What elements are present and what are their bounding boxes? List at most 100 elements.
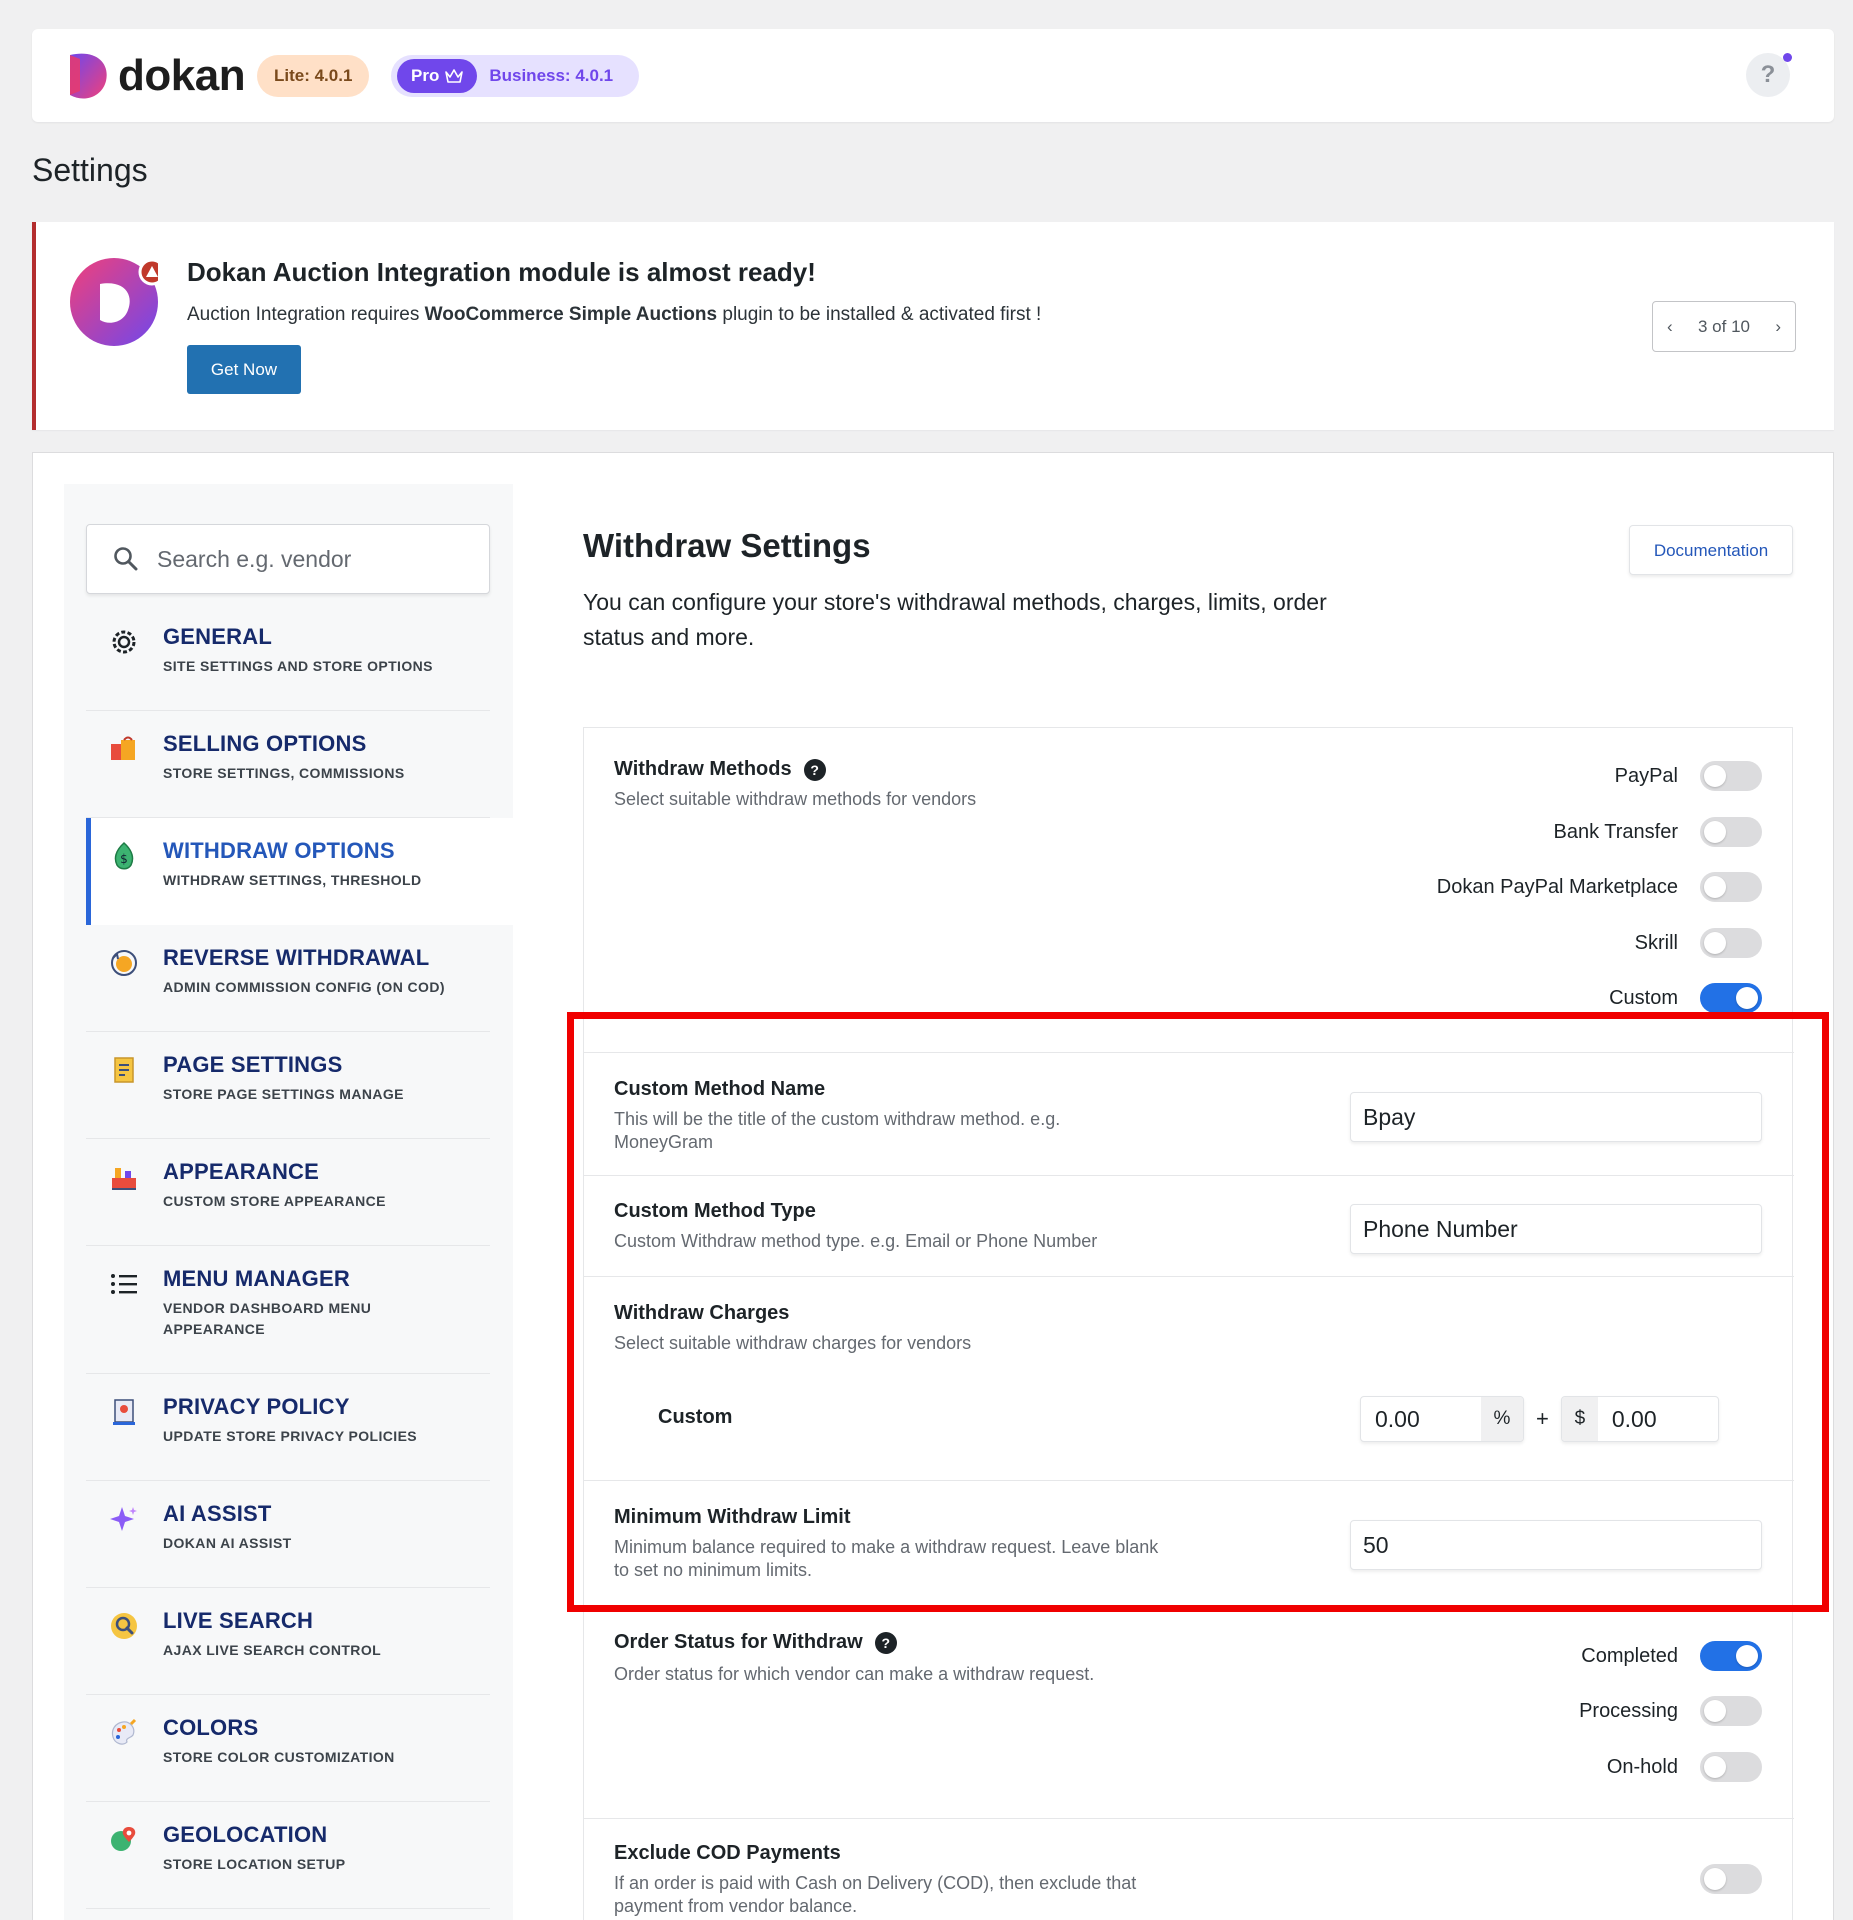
divider <box>584 1175 1794 1176</box>
sidebar-item-reverse-withdrawal[interactable]: REVERSE WITHDRAWAL ADMIN COMMISSION CONF… <box>86 925 490 1032</box>
method-bank-transfer: Bank Transfer <box>1553 817 1762 847</box>
sidebar-item-sub: SITE SETTINGS AND STORE OPTIONS <box>163 658 433 674</box>
withdraw-settings-content: Withdraw Settings You can configure your… <box>583 453 1803 1920</box>
sidebar-item-page-settings[interactable]: PAGE SETTINGS STORE PAGE SETTINGS MANAGE <box>86 1032 490 1139</box>
dokan-notice-logo-icon <box>70 258 158 346</box>
map-pin-icon <box>108 1824 140 1856</box>
sidebar-item-label: MENU MANAGER <box>163 1266 350 1291</box>
sidebar-item-label: GENERAL <box>163 624 272 649</box>
settings-search[interactable] <box>86 524 490 594</box>
percent-charge-input[interactable]: 0.00 <box>1361 1406 1481 1433</box>
method-paypal: PayPal <box>1615 761 1762 791</box>
next-notice-icon[interactable]: › <box>1775 317 1781 337</box>
sidebar-item-ai-assist[interactable]: AI ASSIST DOKAN AI ASSIST <box>86 1481 490 1588</box>
sidebar-item-geolocation[interactable]: GEOLOCATION STORE LOCATION SETUP <box>86 1802 490 1909</box>
processing-toggle[interactable] <box>1700 1696 1762 1726</box>
min-withdraw-limit-title: Minimum Withdraw Limit <box>614 1506 851 1528</box>
dollar-unit: $ <box>1561 1397 1598 1441</box>
exclude-cod-row <box>1700 1864 1762 1894</box>
method-skrill: Skrill <box>1635 928 1762 958</box>
sidebar-item-menu-manager[interactable]: MENU MANAGER VENDOR DASHBOARD MENU APPEA… <box>86 1246 490 1374</box>
sidebar-item-selling-options[interactable]: SELLING OPTIONS STORE SETTINGS, COMMISSI… <box>86 711 490 818</box>
withdraw-methods-title: Withdraw Methods ? <box>614 758 826 781</box>
pager-count: 3 of 10 <box>1698 316 1750 336</box>
page-title: Settings <box>32 152 148 188</box>
withdraw-methods-desc: Select suitable withdraw methods for ven… <box>614 789 977 809</box>
palette-icon <box>108 1717 140 1749</box>
sidebar-item-sub: ADMIN COMMISSION CONFIG (ON COD) <box>163 979 445 995</box>
sidebar-item-privacy-policy[interactable]: PRIVACY POLICY UPDATE STORE PRIVACY POLI… <box>86 1374 490 1481</box>
dokan-paypal-marketplace-toggle[interactable] <box>1700 872 1762 902</box>
min-withdraw-limit-input[interactable]: 50 <box>1350 1520 1762 1570</box>
shopping-bags-icon <box>108 733 140 765</box>
section-description: You can configure your store's withdrawa… <box>583 589 1327 650</box>
method-dokan-paypal-marketplace: Dokan PayPal Marketplace <box>1437 872 1762 902</box>
divider <box>584 1052 1794 1053</box>
sidebar-item-label: GEOLOCATION <box>163 1822 328 1847</box>
charge-row-label: Custom <box>658 1406 733 1428</box>
exclude-cod-toggle[interactable] <box>1700 1864 1762 1894</box>
sidebar-item-withdraw-options[interactable]: $ WITHDRAW OPTIONS WITHDRAW SETTINGS, TH… <box>86 818 513 925</box>
svg-text:$: $ <box>120 852 128 866</box>
custom-method-type-desc: Custom Withdraw method type. e.g. Email … <box>614 1231 1098 1251</box>
percent-unit: % <box>1481 1397 1523 1441</box>
sidebar-item-label: WITHDRAW OPTIONS <box>163 838 395 863</box>
status-processing: Processing <box>1579 1696 1762 1726</box>
plus-sign: + <box>1536 1406 1549 1431</box>
withdraw-charges-title: Withdraw Charges <box>614 1302 790 1324</box>
money-bag-icon: $ <box>108 840 140 872</box>
list-icon <box>108 1268 140 1300</box>
on-hold-toggle[interactable] <box>1700 1752 1762 1782</box>
custom-method-name-input[interactable]: Bpay <box>1350 1092 1762 1142</box>
divider <box>584 1480 1794 1481</box>
status-completed: Completed <box>1581 1641 1762 1671</box>
help-circle-icon[interactable]: ? <box>874 1631 897 1654</box>
sidebar-item-appearance[interactable]: APPEARANCE CUSTOM STORE APPEARANCE <box>86 1139 490 1246</box>
custom-method-type-title: Custom Method Type <box>614 1200 816 1222</box>
help-button[interactable]: ? <box>1746 53 1792 97</box>
dokan-logo-icon <box>70 53 107 99</box>
dokan-logo[interactable]: dokan <box>66 51 246 101</box>
fixed-charge-field[interactable]: $ 0.00 <box>1560 1396 1719 1442</box>
divider <box>584 1818 1794 1819</box>
bank-transfer-toggle[interactable] <box>1700 817 1762 847</box>
sidebar-item-sub: STORE LOCATION SETUP <box>163 1856 346 1872</box>
help-circle-icon[interactable]: ? <box>803 758 826 781</box>
sidebar-item-sub: STORE COLOR CUSTOMIZATION <box>163 1749 395 1765</box>
sidebar-item-sub: WITHDRAW SETTINGS, THRESHOLD <box>163 872 422 888</box>
sparkle-icon <box>108 1503 140 1535</box>
min-withdraw-limit-desc: Minimum balance required to make a withd… <box>614 1537 1159 1580</box>
sidebar-item-sub: CUSTOM STORE APPEARANCE <box>163 1193 386 1209</box>
method-custom: Custom <box>1609 983 1762 1013</box>
documentation-button[interactable]: Documentation <box>1629 525 1793 575</box>
custom-toggle[interactable] <box>1700 983 1762 1013</box>
sidebar-item-label: LIVE SEARCH <box>163 1608 314 1633</box>
custom-method-type-input[interactable]: Phone Number <box>1350 1204 1762 1254</box>
sidebar-item-general[interactable]: GENERAL SITE SETTINGS AND STORE OPTIONS <box>86 604 490 711</box>
notice-text: Auction Integration requires WooCommerce… <box>187 304 1042 325</box>
fixed-charge-input[interactable]: 0.00 <box>1598 1406 1718 1433</box>
paypal-toggle[interactable] <box>1700 761 1762 791</box>
sidebar-item-label: SELLING OPTIONS <box>163 731 367 756</box>
sidebar-item-live-search[interactable]: LIVE SEARCH AJAX LIVE SEARCH CONTROL <box>86 1588 490 1695</box>
settings-card: Withdraw Methods ? Select suitable withd… <box>583 727 1794 1920</box>
sidebar-item-colors[interactable]: COLORS STORE COLOR CUSTOMIZATION <box>86 1695 490 1802</box>
exclude-cod-desc: If an order is paid with Cash on Deliver… <box>614 1873 1137 1916</box>
brand-name: dokan <box>118 51 246 100</box>
gear-icon <box>108 626 140 658</box>
sidebar-item-label: PRIVACY POLICY <box>163 1394 350 1419</box>
sidebar-item-sub: VENDOR DASHBOARD MENU APPEARANCE <box>163 1300 372 1337</box>
help-icon: ? <box>1760 61 1776 88</box>
prev-notice-icon[interactable]: ‹ <box>1667 317 1673 337</box>
sidebar-item-label: REVERSE WITHDRAWAL <box>163 945 430 970</box>
percent-charge-field[interactable]: 0.00 % <box>1360 1396 1524 1442</box>
completed-toggle[interactable] <box>1700 1641 1762 1671</box>
skrill-toggle[interactable] <box>1700 928 1762 958</box>
custom-method-name-desc: This will be the title of the custom wit… <box>614 1109 1061 1152</box>
section-title: Withdraw Settings <box>583 527 871 564</box>
search-input[interactable] <box>157 545 477 573</box>
sidebar-item-sub: STORE SETTINGS, COMMISSIONS <box>163 765 405 781</box>
get-now-button[interactable]: Get Now <box>187 345 301 394</box>
order-status-title: Order Status for Withdraw ? <box>614 1631 897 1654</box>
sidebar-item-sub: UPDATE STORE PRIVACY POLICIES <box>163 1428 418 1444</box>
